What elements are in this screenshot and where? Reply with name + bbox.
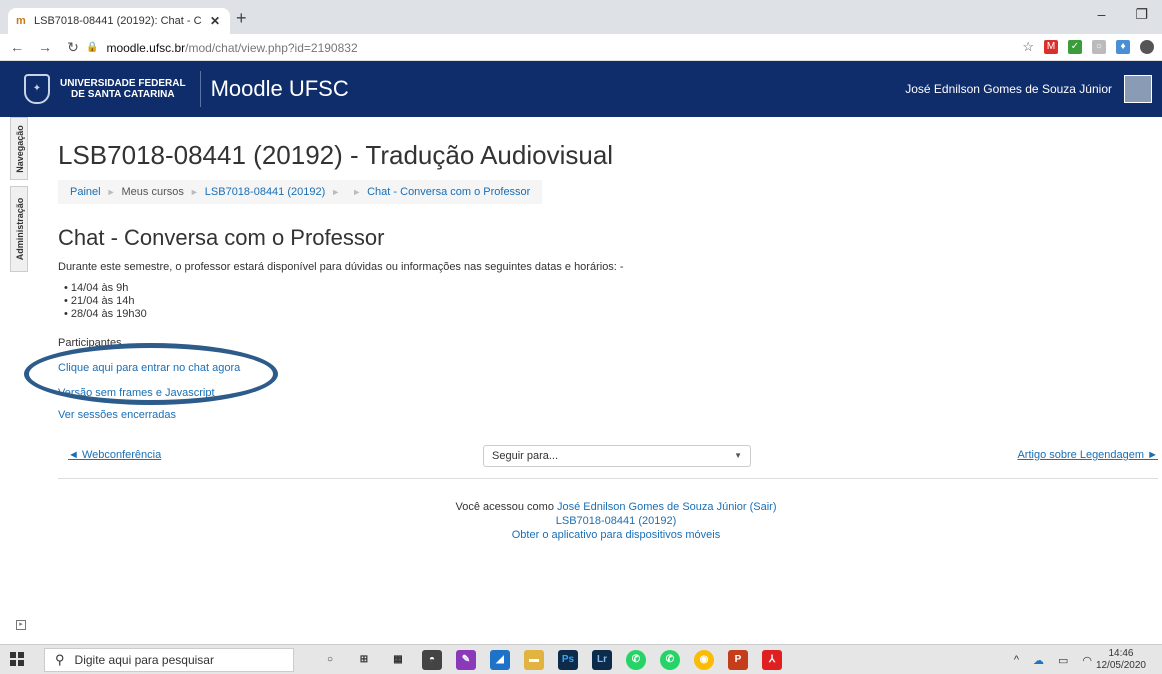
breadcrumb-dashboard[interactable]: Painel [70, 186, 101, 198]
powerpoint-icon[interactable]: P [728, 650, 748, 670]
side-tab-navigation-label: Navegação [15, 124, 25, 173]
university-logo[interactable]: UNIVERSIDADE FEDERAL DE SANTA CATARINA [60, 78, 186, 100]
extensions: ☆ M ✓ ○ ♦ [1022, 39, 1154, 55]
back-icon[interactable]: ← [6, 39, 28, 55]
ufsc-seal-icon: ✦ [24, 74, 50, 104]
extension-red-icon[interactable]: M [1044, 40, 1058, 54]
moodle-navbar: ✦ UNIVERSIDADE FEDERAL DE SANTA CATARINA… [0, 61, 1162, 117]
side-tab-administration-label: Administração [15, 197, 25, 261]
chat-intro: Durante este semestre, o professor estar… [58, 261, 624, 273]
lock-icon: 🔒 [86, 42, 99, 53]
new-tab-icon[interactable]: + [236, 8, 247, 29]
reload-icon[interactable]: ↻ [62, 39, 84, 56]
moodle-favicon-icon: m [16, 15, 26, 27]
breadcrumb-separator-icon: ► [331, 187, 341, 197]
photos-icon[interactable]: ◓ [422, 650, 442, 670]
acrobat-icon[interactable]: ⅄ [762, 650, 782, 670]
mobile-app-link[interactable]: Obter o aplicativo para dispositivos móv… [512, 529, 720, 541]
breadcrumb: Painel ► Meus cursos ► LSB7018-08441 (20… [58, 180, 543, 204]
extension-blue-icon[interactable]: ♦ [1116, 40, 1130, 54]
forward-icon[interactable]: → [34, 39, 56, 55]
next-activity-link[interactable]: Artigo sobre Legendagem ► [1017, 449, 1158, 461]
extension-gray-icon[interactable]: ○ [1092, 40, 1106, 54]
list-item: 21/04 às 14h [64, 295, 147, 308]
extension-check-icon[interactable]: ✓ [1068, 40, 1082, 54]
jump-to-value: Seguir para... [492, 450, 559, 462]
list-item: 28/04 às 19h30 [64, 308, 147, 321]
photoshop-icon[interactable]: Ps [558, 650, 578, 670]
schedule-list: 14/04 às 9h 21/04 às 14h 28/04 às 19h30 [64, 282, 147, 321]
divider [58, 478, 1158, 479]
clock-date: 12/05/2020 [1095, 660, 1146, 671]
battery-icon[interactable]: ▭ [1058, 654, 1068, 667]
close-tab-icon[interactable]: ✕ [208, 14, 222, 28]
user-avatar[interactable] [1124, 75, 1152, 103]
browser-tab[interactable]: m LSB7018-08441 (20192): Chat - C ✕ [8, 8, 230, 34]
whatsapp-icon[interactable]: ✆ [626, 650, 646, 670]
breadcrumb-separator-icon: ► [106, 187, 116, 197]
breadcrumb-my-courses: Meus cursos [121, 186, 184, 198]
page-title: LSB7018-08441 (20192) - Tradução Audiovi… [58, 140, 614, 170]
chevron-down-icon: ▼ [734, 451, 742, 460]
list-item: 14/04 às 9h [64, 282, 147, 295]
search-icon: ⚲ [55, 652, 65, 667]
window-controls: – ❐ [1098, 6, 1148, 23]
annotation-ellipse [24, 343, 278, 405]
site-brand[interactable]: Moodle UFSC [211, 76, 349, 102]
whatsapp-2-icon[interactable]: ✆ [660, 650, 680, 670]
wifi-icon[interactable]: ◠ [1082, 654, 1092, 667]
breadcrumb-chat[interactable]: Chat - Conversa com o Professor [367, 186, 530, 198]
calculator-icon[interactable]: ▦ [388, 650, 408, 670]
address-bar-row: ← → ↻ 🔒 moodle.ufsc.br /mod/chat/view.ph… [0, 34, 1162, 61]
restore-icon[interactable]: ❐ [1135, 6, 1148, 23]
footer-course-link[interactable]: LSB7018-08441 (20192) [556, 515, 676, 527]
footer-user-link[interactable]: José Ednilson Gomes de Souza Júnior [557, 501, 747, 513]
tab-title: LSB7018-08441 (20192): Chat - C [34, 15, 202, 27]
page-footer: Você acessou como José Ednilson Gomes de… [0, 500, 1162, 542]
clock-time: 14:46 [1108, 648, 1134, 659]
dock-block-icon[interactable]: ▸ [16, 620, 26, 630]
logged-in-text: Você acessou como [455, 501, 554, 513]
browser-tab-strip: m LSB7018-08441 (20192): Chat - C ✕ + – … [0, 0, 1162, 34]
breadcrumb-course[interactable]: LSB7018-08441 (20192) [205, 186, 325, 198]
url-bar[interactable]: 🔒 moodle.ufsc.br /mod/chat/view.php?id=2… [86, 37, 986, 58]
lightroom-icon[interactable]: Lr [592, 650, 612, 670]
windows-start-icon[interactable] [10, 652, 24, 666]
university-line1: UNIVERSIDADE FEDERAL [60, 78, 186, 89]
prev-activity-link[interactable]: ◄ Webconferência [68, 449, 161, 461]
cortana-icon[interactable]: ○ [320, 650, 340, 670]
tray-expand-icon[interactable]: ^ [1014, 654, 1019, 667]
minimize-icon[interactable]: – [1098, 6, 1106, 23]
breadcrumb-separator-icon: ► [189, 187, 199, 197]
bookmark-star-icon[interactable]: ☆ [1022, 39, 1034, 55]
jump-to-select[interactable]: Seguir para... ▼ [483, 445, 751, 467]
profile-avatar-icon[interactable] [1140, 40, 1154, 54]
taskbar-search-input[interactable]: ⚲ Digite aqui para pesquisar [44, 648, 294, 672]
logout-link[interactable]: (Sair) [750, 501, 777, 513]
chrome-icon[interactable]: ◉ [694, 650, 714, 670]
onedrive-icon[interactable]: ☁ [1033, 654, 1044, 667]
side-tab-administration[interactable]: Administração [10, 186, 28, 272]
chat-title: Chat - Conversa com o Professor [58, 225, 385, 250]
taskbar-clock[interactable]: 14:46 12/05/2020 [1096, 648, 1146, 672]
taskbar-search-placeholder: Digite aqui para pesquisar [74, 653, 214, 667]
user-menu-name[interactable]: José Ednilson Gomes de Souza Júnior [905, 82, 1112, 96]
file-explorer-icon[interactable]: ▬ [524, 650, 544, 670]
notes-icon[interactable]: ◢ [490, 650, 510, 670]
taskbar: ⚲ Digite aqui para pesquisar ○ ⊞ ▦ ◓ ✎ ◢… [0, 644, 1162, 674]
url-path: /mod/chat/view.php?id=2190832 [185, 40, 358, 55]
task-view-icon[interactable]: ⊞ [354, 650, 374, 670]
past-sessions-link[interactable]: Ver sessões encerradas [58, 409, 176, 421]
side-tab-navigation[interactable]: Navegação [10, 117, 28, 180]
university-line2: DE SANTA CATARINA [71, 89, 175, 100]
url-host: moodle.ufsc.br [106, 40, 186, 55]
navbar-divider [199, 71, 201, 107]
breadcrumb-separator-icon: ► [352, 187, 362, 197]
system-tray: ^ ☁ ▭ ◠ [1014, 654, 1092, 667]
paint-icon[interactable]: ✎ [456, 650, 476, 670]
taskbar-apps: ○ ⊞ ▦ ◓ ✎ ◢ ▬ Ps Lr ✆ ✆ ◉ P ⅄ [320, 650, 782, 670]
